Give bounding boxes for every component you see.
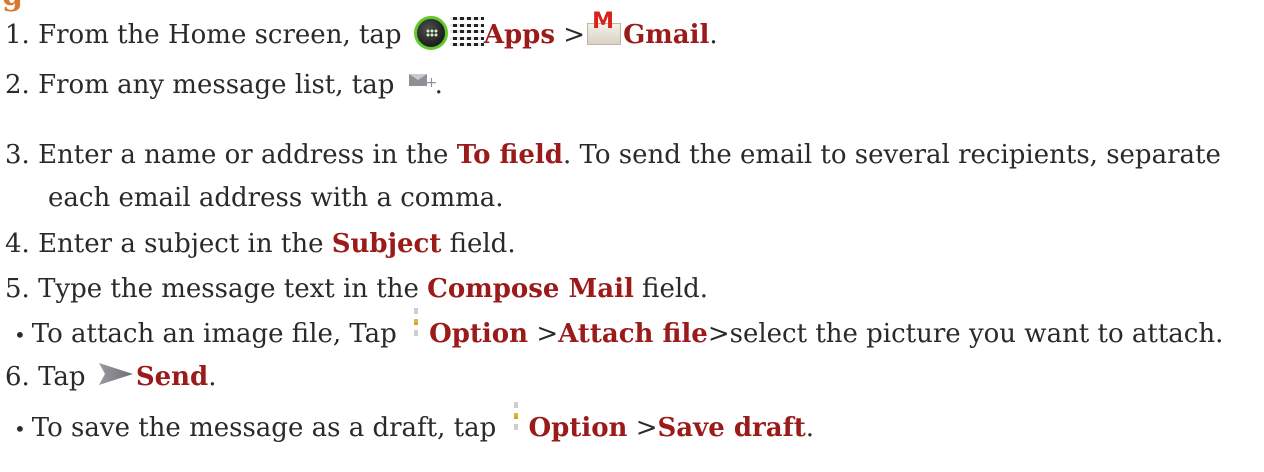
- apps-grid-icon: [449, 17, 484, 47]
- step-3: 3. Enter a name or address in the To fie…: [5, 137, 1221, 173]
- to-field-label: To field: [456, 140, 563, 170]
- gmail-label: Gmail: [623, 20, 710, 50]
- app-launcher-icon: [413, 16, 448, 50]
- step-2: 2. From any message list, tap +.: [5, 67, 443, 103]
- draft-tip: • To save the message as a draft, tap Opt…: [14, 402, 815, 448]
- compose-mail-icon: +: [408, 74, 437, 90]
- step-3-continuation: each email address with a comma.: [48, 183, 504, 213]
- send-label: Send: [135, 362, 209, 392]
- step-4-rest: field.: [441, 229, 516, 259]
- bullet-icon: •: [14, 417, 26, 441]
- attach-tip-separator: >: [528, 319, 559, 349]
- option-label: Option: [528, 413, 628, 443]
- step-1: 1. From the Home screen, tap Apps > M Gmai…: [5, 11, 718, 53]
- step-6: 6. Tap Send.: [5, 359, 216, 395]
- step-6-text: 6. Tap: [5, 362, 94, 392]
- compose-mail-label: Compose Mail: [427, 274, 634, 304]
- step-5-text: 5. Type the message text in the: [5, 274, 428, 304]
- step-1-text: 1. From the Home screen, tap: [5, 20, 410, 50]
- step-4-text: 4. Enter a subject in the: [5, 229, 332, 259]
- draft-tip-text: To save the message as a draft, tap: [31, 413, 505, 443]
- bullet-icon: •: [14, 323, 26, 347]
- attach-tip-text: To attach an image file, Tap: [31, 319, 406, 349]
- option-menu-icon: [411, 306, 421, 344]
- step-1-end: .: [709, 20, 718, 50]
- subject-label: Subject: [331, 229, 442, 259]
- step-3-rest: . To send the email to several recipient…: [562, 140, 1221, 170]
- gmail-icon: M: [587, 11, 622, 45]
- send-arrow-icon: [98, 360, 134, 385]
- attach-file-label: Attach file: [558, 319, 708, 349]
- section-heading-fragment: g: [2, 0, 23, 13]
- step-5-rest: field.: [633, 274, 709, 304]
- draft-tip-end: .: [805, 413, 815, 443]
- step-3-text: 3. Enter a name or address in the: [5, 140, 457, 170]
- draft-tip-separator: >: [627, 413, 658, 443]
- step-5: 5. Type the message text in the Compose …: [5, 271, 708, 307]
- step-1-separator: >: [555, 20, 586, 50]
- option-label: Option: [429, 319, 529, 349]
- attach-tip-rest: >select the picture you want to attach.: [707, 319, 1224, 349]
- save-draft-label: Save draft: [657, 413, 806, 443]
- option-menu-icon: [511, 400, 521, 438]
- instruction-page: g 1. From the Home screen, tap Apps >MGm…: [0, 0, 1264, 472]
- attach-tip: • To attach an image file, Tap Option >At…: [14, 308, 1224, 354]
- apps-label: Apps: [483, 20, 555, 50]
- step-2-text: 2. From any message list, tap: [5, 70, 403, 100]
- step-6-end: .: [208, 362, 217, 392]
- step-4: 4. Enter a subject in the Subject field.: [5, 226, 516, 262]
